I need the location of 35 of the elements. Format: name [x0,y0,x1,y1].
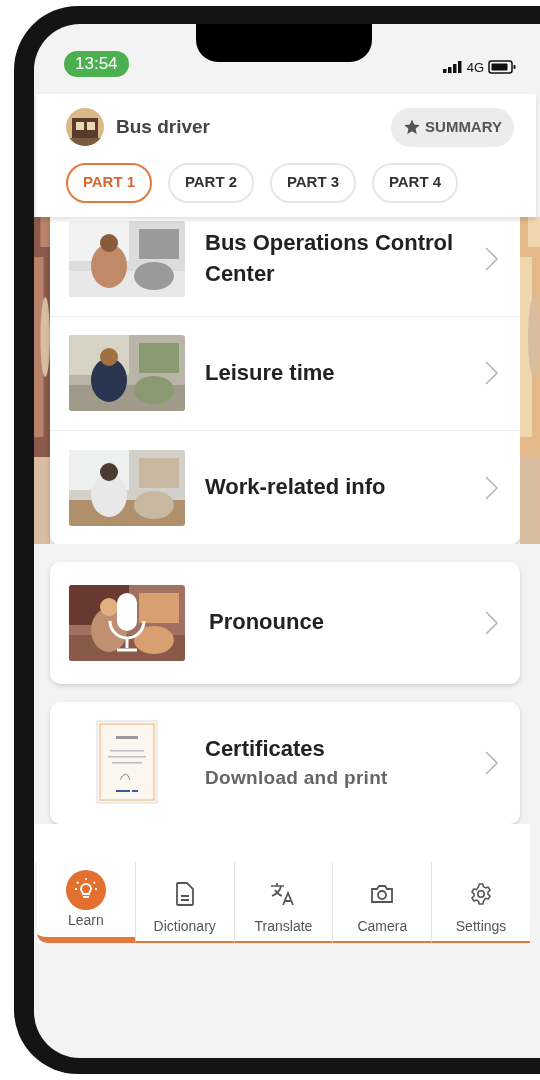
feature-subtitle: Download and print [205,765,389,790]
nav-tab[interactable]: Dictionary [135,861,235,943]
network-type: 4G [466,58,484,77]
camera-icon [370,883,395,904]
part-tab[interactable]: PART 3 [270,162,356,203]
chevron-right-icon [484,749,500,776]
star-icon [403,118,422,137]
summary-button[interactable]: SUMMARY [391,108,514,147]
topic-item[interactable]: Leisure time [50,316,520,431]
course-title: Bus driver [116,115,210,139]
translate-icon [270,881,297,906]
chevron-right-icon [484,360,500,386]
settings-icon [470,882,493,905]
document-icon [174,881,195,906]
topic-item[interactable]: Work-related info [50,430,520,544]
feature-title: Certificates [205,734,326,763]
avatar [66,108,104,147]
chevron-right-icon [484,246,500,272]
nav-tab[interactable]: Camera [333,861,433,943]
feature-card[interactable]: Pronounce [50,561,520,684]
microphone-icon [107,590,147,655]
part-tab[interactable]: PART 2 [168,162,254,203]
feature-card[interactable]: Certificates Download and print [50,701,520,824]
status-time: 13:54 [64,51,129,77]
chevron-right-icon [484,474,500,501]
chevron-right-icon [484,609,500,636]
part-tab[interactable]: PART 1 [66,162,152,203]
nav-tab[interactable]: Learn [37,861,136,943]
nav-tab[interactable]: Translate [234,861,334,943]
battery-icon [488,60,516,75]
signal-icon [442,61,463,74]
part-tab[interactable]: PART 4 [372,162,458,203]
feature-title: Pronounce [209,608,325,637]
topic-item[interactable]: Bus Operations Control Center [50,216,520,317]
lightbulb-icon [65,869,106,910]
